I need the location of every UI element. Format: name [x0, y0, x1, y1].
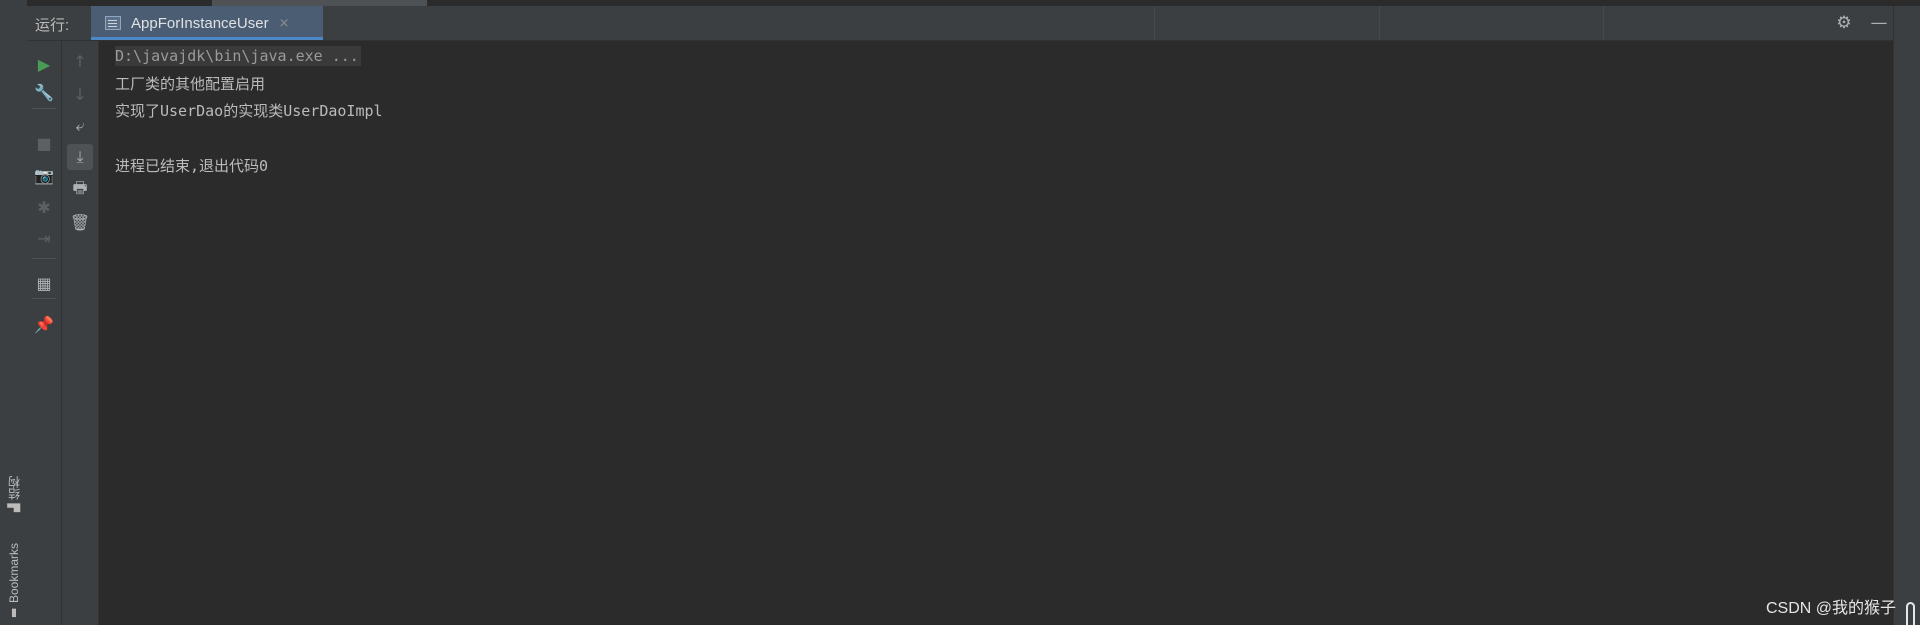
layout-icon[interactable]: ▦ [31, 270, 57, 296]
run-toolbar-secondary: ↑ ↓ ⤶ ⤓ 🖶 🗑 [62, 41, 99, 625]
console-output[interactable]: D:\javajdk\bin\java.exe ... 工厂类的其他配置启用实现了… [99, 41, 1893, 625]
toolbar-separator [32, 258, 56, 259]
right-gutter [1893, 6, 1920, 625]
pin-icon[interactable]: 📌 [31, 311, 57, 337]
exit-icon: ⇥ [37, 228, 51, 248]
console-icon [105, 16, 121, 30]
watermark: CSDN @我的猴子 [1766, 600, 1897, 617]
run-tab-title: AppForInstanceUser [131, 14, 269, 32]
left-tool-strip: ▟ 结构 ▮ Bookmarks [0, 0, 28, 625]
up-arrow-icon: ↑ [73, 51, 87, 71]
toolbar-separator [32, 108, 56, 109]
soft-wrap-icon[interactable]: ⤶ [67, 113, 93, 139]
stop-icon: ■ [36, 133, 52, 153]
scroll-indicator[interactable] [1906, 602, 1915, 625]
structure-tab-label: 结构 [7, 475, 22, 500]
console-line: 进程已结束,退出代码0 [115, 157, 269, 175]
bookmarks-tab[interactable]: ▮ Bookmarks [3, 530, 25, 620]
structure-tab[interactable]: ▟ 结构 [3, 462, 25, 512]
run-window-label: 运行: [35, 17, 70, 34]
trash-icon[interactable]: 🗑 [67, 209, 93, 235]
header-divider [1603, 6, 1604, 40]
header-divider [1154, 6, 1155, 40]
console-line: 实现了UserDao的实现类UserDaoImpl [115, 102, 383, 120]
down-arrow-icon: ↓ [73, 84, 87, 104]
console-line: 工厂类的其他配置启用 [115, 74, 266, 93]
close-icon[interactable]: × [279, 16, 290, 31]
debug-bug-icon: ✱ [37, 197, 51, 217]
run-config-tab[interactable]: AppForInstanceUser × [91, 6, 323, 40]
structure-icon: ▟ [8, 503, 21, 512]
bookmarks-tab-label: Bookmarks [7, 542, 21, 603]
run-window-header: 运行: AppForInstanceUser × ⚙ — [27, 6, 1893, 41]
edit-config-icon[interactable]: 🔧 [31, 79, 57, 105]
run-toolbar-primary: ▶ 🔧 ■ 📷 ✱ ⇥ ▦ 📌 [27, 41, 62, 625]
header-divider [1379, 6, 1380, 40]
dump-threads-icon: 📷 [34, 165, 54, 185]
scroll-to-end-icon[interactable]: ⤓ [67, 144, 93, 170]
rerun-icon[interactable]: ▶ [31, 51, 57, 77]
console-command-line: D:\javajdk\bin\java.exe ... [115, 46, 361, 66]
hide-icon[interactable]: — [1869, 14, 1889, 32]
active-tab-indicator [91, 37, 323, 40]
toolbar-separator [32, 298, 56, 299]
print-icon[interactable]: 🖶 [67, 177, 93, 203]
bookmark-icon: ▮ [8, 607, 21, 620]
gear-icon[interactable]: ⚙ [1834, 14, 1854, 32]
